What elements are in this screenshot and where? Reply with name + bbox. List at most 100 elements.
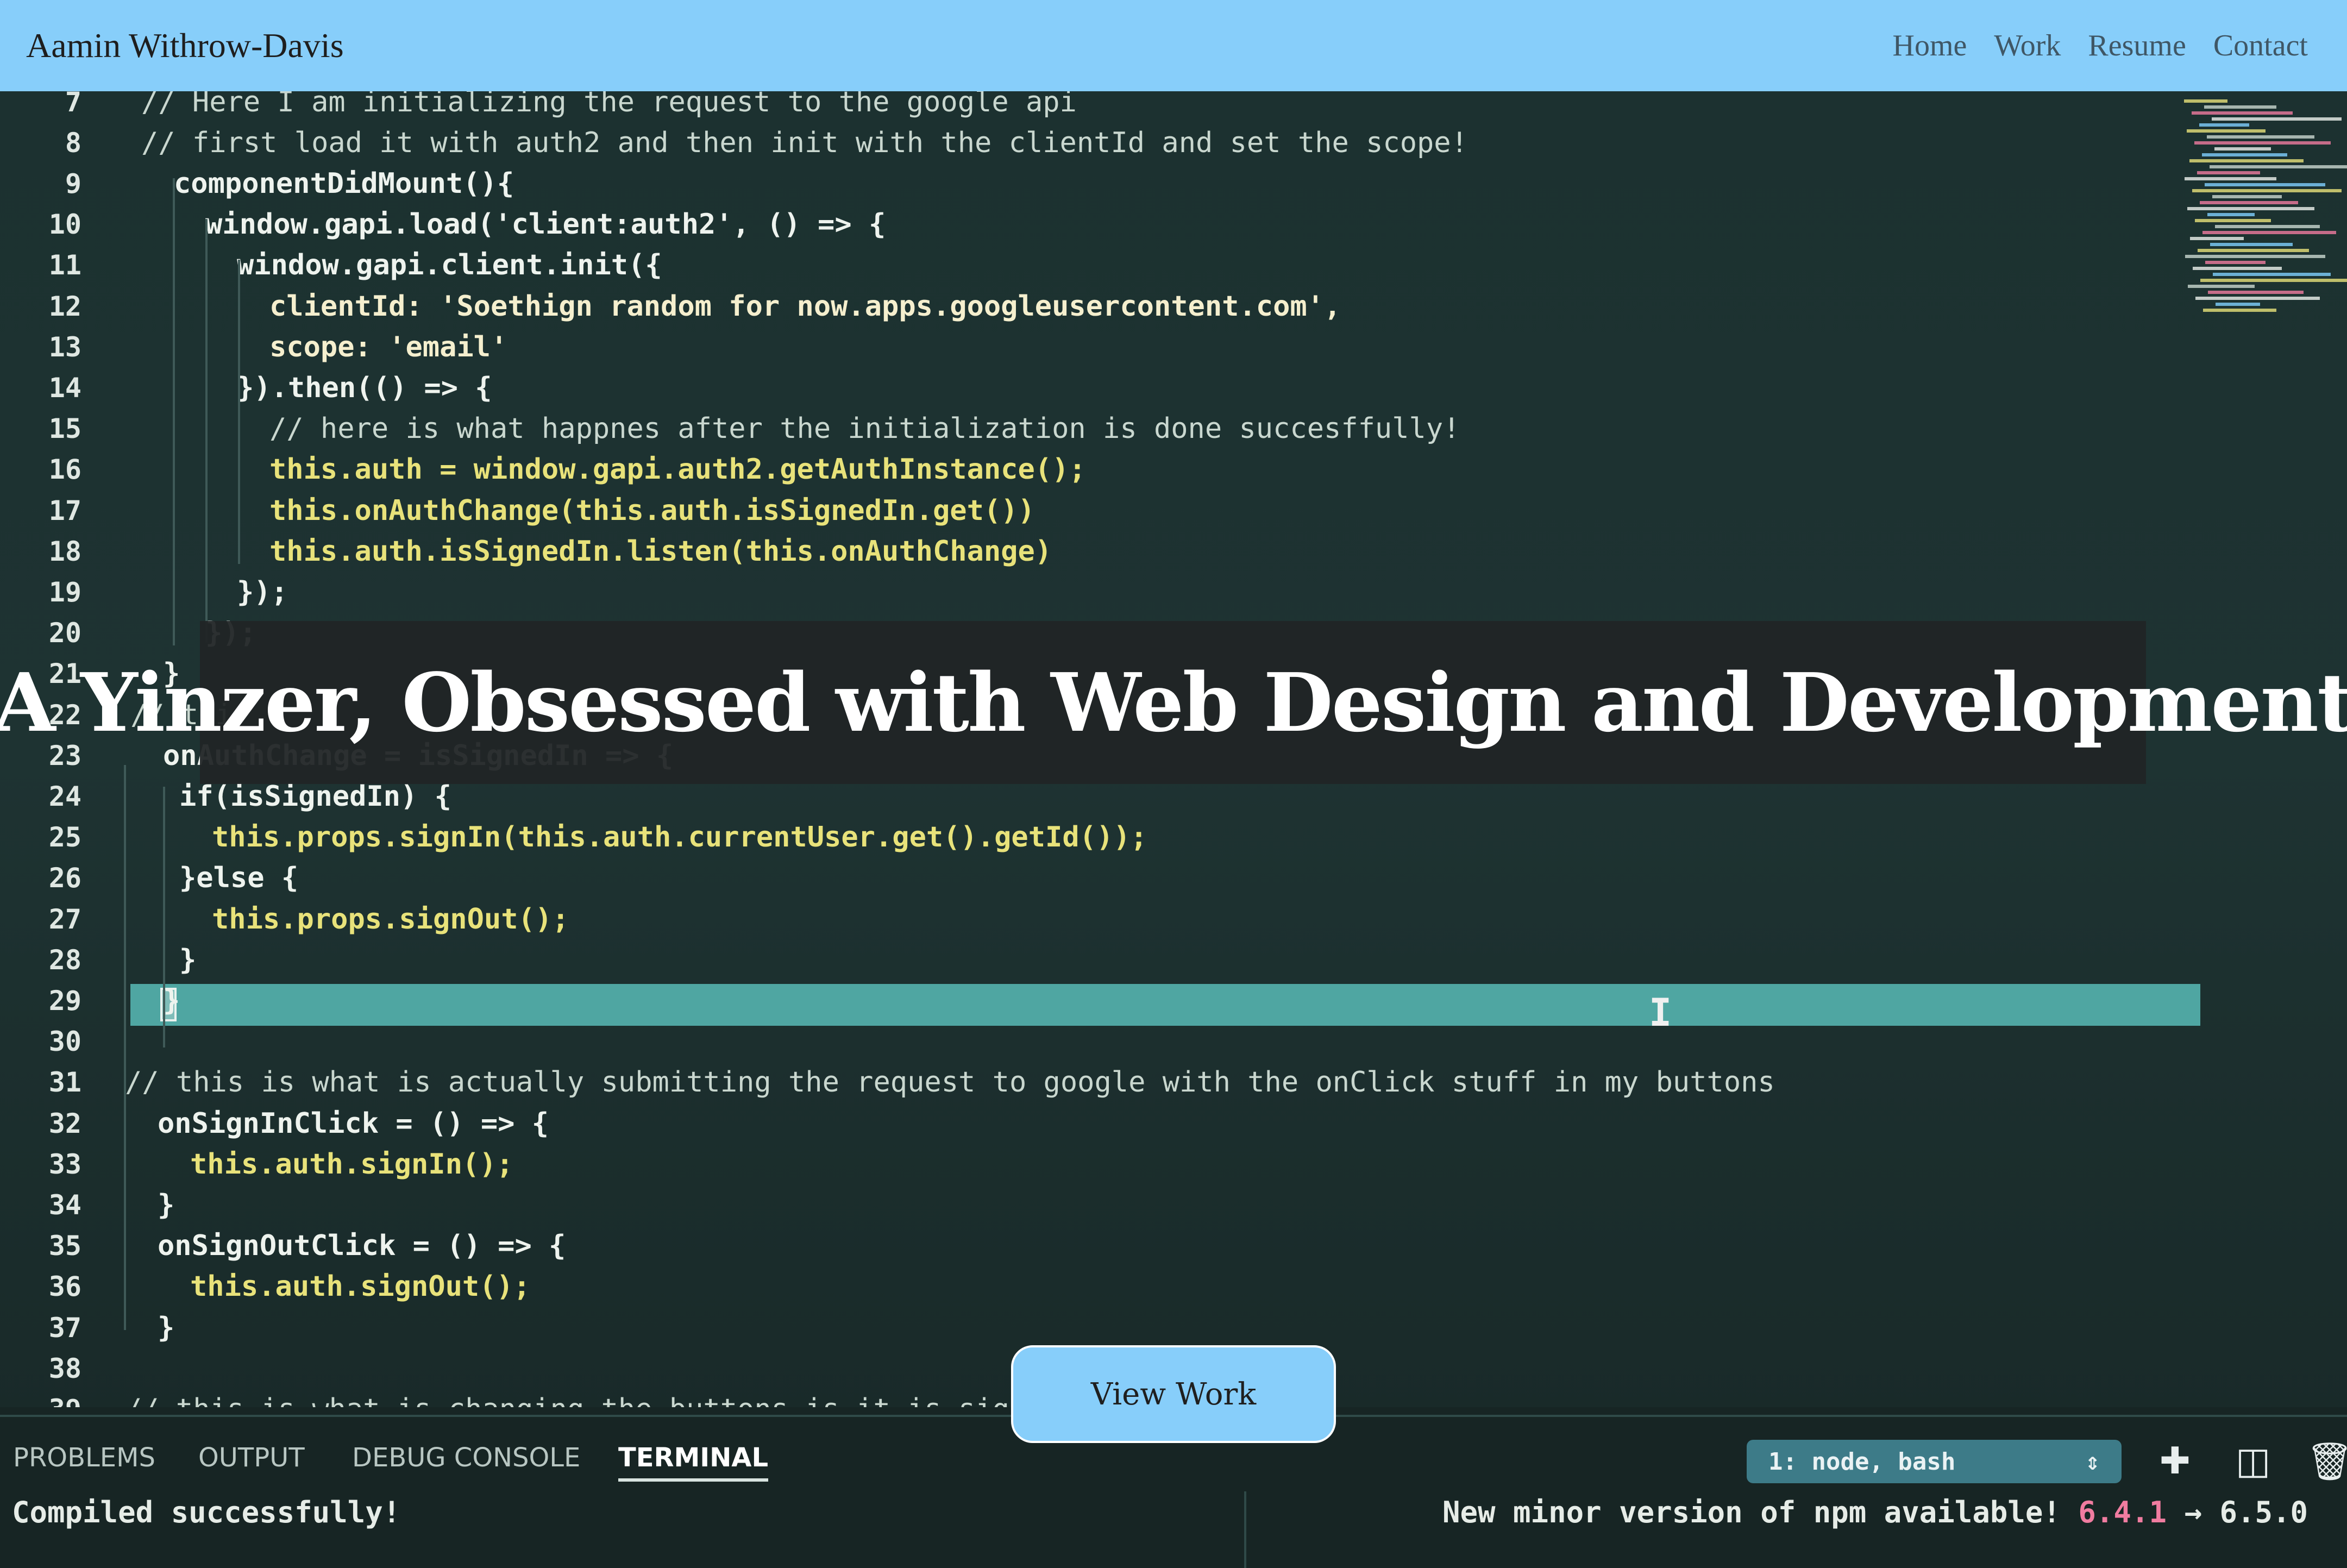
minimap-line xyxy=(2205,261,2266,264)
code-line: 28} xyxy=(0,939,2173,980)
minimap-line xyxy=(2212,117,2342,121)
line-number: 17 xyxy=(48,494,81,526)
minimap-line xyxy=(2202,231,2336,234)
line-number: 20 xyxy=(48,617,81,649)
code-minimap xyxy=(2184,91,2347,319)
minimap-line xyxy=(2204,105,2276,109)
minimap-line xyxy=(2205,183,2325,186)
chevron-updown-icon: ⇕ xyxy=(2085,1447,2100,1476)
line-number: 13 xyxy=(48,331,81,363)
code-text: onSignInClick = () => { xyxy=(158,1107,549,1140)
npm-update-message: New minor version of npm available! xyxy=(1442,1495,2061,1529)
minimap-line xyxy=(2199,123,2249,127)
code-line: 17 this.onAuthChange(this.auth.isSignedIn… xyxy=(0,490,2173,531)
minimap-line xyxy=(2208,291,2304,294)
hero-banner: A Yinzer, Obsessed with Web Design and D… xyxy=(0,621,2347,784)
minimap-line xyxy=(2203,309,2276,312)
tab-output[interactable]: OUTPUT xyxy=(198,1442,305,1473)
line-number: 38 xyxy=(48,1352,81,1384)
minimap-line xyxy=(2200,201,2298,204)
code-line: 32 onSignInClick = () => { xyxy=(0,1103,2173,1144)
code-line: 35 onSignOutClick = () => { xyxy=(0,1226,2173,1266)
minimap-line xyxy=(2192,189,2342,192)
main-nav: Home Work Resume Contact xyxy=(1893,28,2308,63)
code-line: 10 window.gapi.load('client:auth2', () =>… xyxy=(0,204,2173,245)
code-line: 30 xyxy=(0,1021,2173,1062)
line-number: 14 xyxy=(48,372,81,404)
code-text: clientId: 'Soethign random for now.apps.… xyxy=(269,290,1341,323)
nav-link-work[interactable]: Work xyxy=(1994,28,2061,63)
minimap-line xyxy=(2210,243,2293,246)
line-number: 24 xyxy=(48,780,81,812)
minimap-line xyxy=(2187,129,2266,133)
minimap-line xyxy=(2214,147,2271,150)
line-number: 8 xyxy=(65,127,81,159)
version-arrow: → xyxy=(2184,1495,2202,1529)
minimap-line xyxy=(2189,159,2304,162)
code-line: 12 clientId: 'Soethign random for now.app… xyxy=(0,286,2173,327)
line-number: 11 xyxy=(48,249,81,281)
line-number: 27 xyxy=(48,903,81,935)
line-number: 36 xyxy=(48,1271,81,1303)
nav-link-contact[interactable]: Contact xyxy=(2213,28,2308,63)
hero-title: A Yinzer, Obsessed with Web Design and D… xyxy=(0,655,2347,750)
line-number: 26 xyxy=(48,862,81,894)
line-number: 32 xyxy=(48,1107,81,1139)
minimap-line xyxy=(2195,297,2320,300)
code-line: 36 this.auth.signOut(); xyxy=(0,1266,2173,1307)
view-work-button[interactable]: View Work xyxy=(1011,1345,1336,1443)
line-number: 37 xyxy=(48,1312,81,1344)
split-terminal-icon[interactable]: ◫ xyxy=(2236,1440,2270,1483)
line-number: 34 xyxy=(48,1189,81,1221)
code-text: }); xyxy=(237,575,288,609)
tab-terminal[interactable]: TERMINAL xyxy=(618,1442,769,1482)
version-old: 6.4.1 xyxy=(2078,1495,2167,1529)
indent-guide xyxy=(163,787,165,1048)
code-line: 27 this.props.signOut(); xyxy=(0,899,2173,939)
terminal-output-left: Compiled successfully! xyxy=(12,1495,401,1529)
line-number: 25 xyxy=(48,821,81,854)
minimap-line xyxy=(2216,303,2260,306)
code-text: this.auth.isSignedIn.listen(this.onAuthC… xyxy=(269,535,1052,568)
nav-link-home[interactable]: Home xyxy=(1893,28,1967,63)
minimap-line xyxy=(2190,237,2244,240)
minimap-line xyxy=(2198,249,2309,252)
version-new: 6.5.0 xyxy=(2219,1495,2308,1529)
site-title[interactable]: Aamin Withrow-Davis xyxy=(26,26,344,66)
line-number: 18 xyxy=(48,535,81,567)
tab-debug-console[interactable]: DEBUG CONSOLE xyxy=(352,1442,580,1473)
tab-problems[interactable]: PROBLEMS xyxy=(13,1442,155,1473)
minimap-line xyxy=(2212,195,2282,198)
code-line: 11 window.gapi.client.init({ xyxy=(0,245,2173,286)
code-line: 29} xyxy=(0,980,2173,1021)
line-number: 31 xyxy=(48,1067,81,1099)
minimap-line xyxy=(2187,207,2314,210)
line-number: 19 xyxy=(48,576,81,608)
add-terminal-icon[interactable]: ✚ xyxy=(2160,1440,2191,1483)
code-text: } xyxy=(158,1311,175,1344)
code-line: 15 // here is what happnes after the init… xyxy=(0,409,2173,449)
code-text: window.gapi.client.init({ xyxy=(237,249,662,282)
nav-link-resume[interactable]: Resume xyxy=(2088,28,2186,63)
minimap-line xyxy=(2193,267,2282,270)
line-number: 9 xyxy=(65,167,81,199)
code-line: 14 }).then(() => { xyxy=(0,367,2173,408)
code-text: this.auth.signIn(); xyxy=(190,1147,513,1181)
line-number: 35 xyxy=(48,1230,81,1262)
code-line: 34} xyxy=(0,1184,2173,1225)
code-line: 18 this.auth.isSignedIn.listen(this.onAut… xyxy=(0,531,2173,572)
minimap-line xyxy=(2195,219,2271,222)
trash-icon[interactable]: 🗑 xyxy=(2306,1440,2347,1483)
code-line: 9 componentDidMount(){ xyxy=(0,163,2173,204)
code-text: }).then(() => { xyxy=(237,371,492,404)
indent-guide xyxy=(173,178,175,645)
code-text: componentDidMount(){ xyxy=(174,167,514,200)
code-text: } xyxy=(179,943,197,976)
terminal-output-right: New minor version of npm available! 6.4.… xyxy=(1442,1495,2308,1529)
terminal-select[interactable]: 1: node, bash ⇕ xyxy=(1747,1440,2122,1483)
code-text: this.auth.signOut(); xyxy=(190,1270,531,1303)
line-number: 33 xyxy=(48,1148,81,1180)
code-line: 31 // this is what is actually submitting… xyxy=(0,1062,2173,1103)
code-line: 19}); xyxy=(0,572,2173,612)
code-text: this.props.signOut(); xyxy=(212,902,569,936)
